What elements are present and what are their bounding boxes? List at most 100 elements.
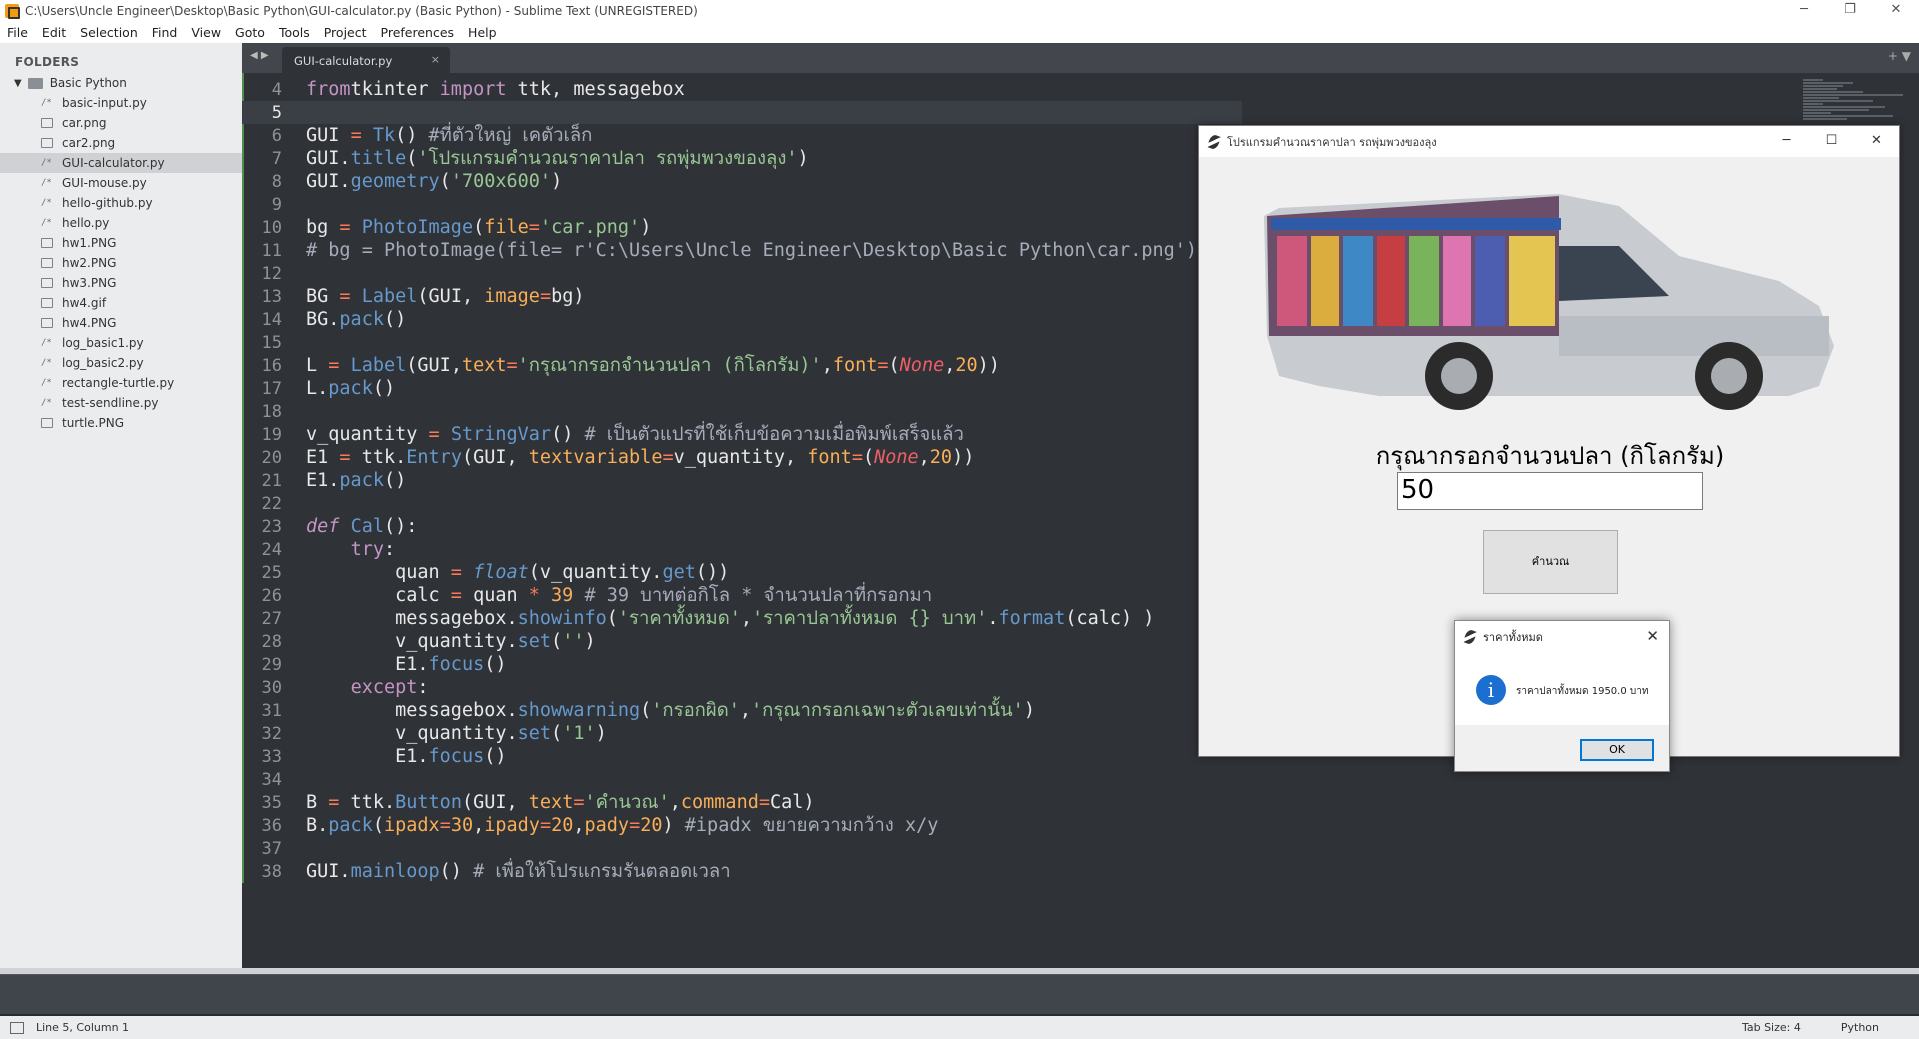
code-line[interactable]: 8 GUI.geometry('700x600') (242, 170, 1242, 193)
code-token: : (383, 539, 396, 560)
code-line[interactable]: 29 E1.focus() (242, 653, 1242, 676)
tab-size[interactable]: Tab Size: 4 (1742, 1021, 1801, 1034)
code-token: 'กรุณากรอกเฉพาะตัวเลขเท่านั้น' (751, 700, 1024, 721)
sidebar-file-item[interactable]: car2.png (0, 133, 242, 153)
code-line[interactable]: 14 BG.pack() (242, 308, 1242, 331)
expand-triangle-icon[interactable]: ▼ (14, 78, 22, 89)
cursor-position: Line 5, Column 1 (36, 1021, 130, 1034)
code-line[interactable]: 22 (242, 492, 1242, 515)
code-line[interactable]: 33 E1.focus() (242, 745, 1242, 768)
line-number: 14 (261, 310, 282, 330)
menu-view[interactable]: View (184, 25, 228, 40)
image-file-icon (41, 118, 53, 128)
code-file-icon: /* (41, 98, 52, 108)
code-line[interactable]: 21 E1.pack() (242, 469, 1242, 492)
new-tab-menu-icon[interactable]: + ▼ (1888, 49, 1911, 63)
tk-quantity-entry[interactable]: 50 (1397, 472, 1703, 510)
menu-find[interactable]: Find (145, 25, 185, 40)
tk-window-title: โปรแกรมคำนวณราคาปลา รถพุ่มพวงของลุง (1227, 135, 1437, 149)
code-line[interactable]: 7 GUI.title('โปรแกรมคำนวณราคาปลา รถพุ่มพว… (242, 147, 1242, 170)
restore-icon[interactable]: ❐ (1827, 0, 1873, 22)
line-number: 28 (261, 632, 282, 652)
code-line[interactable]: 15 (242, 331, 1242, 354)
code-token: E1. (306, 470, 340, 491)
code-line[interactable]: 19 v_quantity = StringVar() # เป็นตัวแปรท… (242, 423, 1242, 446)
code-line[interactable]: 27 messagebox.showinfo('ราคาทั้งหมด','รา… (242, 607, 1242, 630)
sidebar-file-item[interactable]: /* log_basic1.py (0, 333, 242, 353)
tk-close-icon[interactable]: ✕ (1854, 126, 1899, 157)
sidebar-file-item[interactable]: car.png (0, 113, 242, 133)
menu-selection[interactable]: Selection (73, 25, 145, 40)
sidebar-file-item[interactable]: hw2.PNG (0, 253, 242, 273)
menu-help[interactable]: Help (461, 25, 504, 40)
editor-scrollbar[interactable] (1909, 73, 1919, 968)
tk-minimize-icon[interactable]: ─ (1764, 126, 1809, 157)
sidebar-file-item[interactable]: hw1.PNG (0, 233, 242, 253)
sidebar-file-item[interactable]: hw4.gif (0, 293, 242, 313)
code-line[interactable]: 6 GUI = Tk() #ที่ตัวใหญ่ เคตัวเล็ก (242, 124, 1242, 147)
menu-edit[interactable]: Edit (35, 25, 73, 40)
close-icon[interactable]: ✕ (1873, 0, 1919, 22)
code-line[interactable]: 12 (242, 262, 1242, 285)
code-file-icon: /* (41, 398, 52, 408)
code-line[interactable]: 9 (242, 193, 1242, 216)
tab-scroll-arrows-icon[interactable]: ◀ ▶ (250, 50, 269, 61)
code-line[interactable]: 34 (242, 768, 1242, 791)
line-number: 6 (271, 126, 282, 146)
sidebar-file-label: test-sendline.py (62, 396, 159, 410)
sidebar-file-label: hw4.PNG (62, 316, 117, 330)
code-line[interactable]: 26 calc = quan * 39 # 39 บาทต่อกิโล * จำ… (242, 584, 1242, 607)
code-line[interactable]: 24 try: (242, 538, 1242, 561)
menu-goto[interactable]: Goto (228, 25, 272, 40)
tk-calculate-button[interactable]: คำนวณ (1483, 530, 1618, 594)
minimize-icon[interactable]: ─ (1781, 0, 1827, 22)
sidebar-file-item[interactable]: hw4.PNG (0, 313, 242, 333)
menu-project[interactable]: Project (317, 25, 374, 40)
code-line[interactable]: 16 L = Label(GUI,text='กรุณากรอกจำนวนปลา … (242, 354, 1242, 377)
sidebar-file-item[interactable]: /* log_basic2.py (0, 353, 242, 373)
code-line[interactable]: 35 B = ttk.Button(GUI, text='คำนวณ',comma… (242, 791, 1242, 814)
sidebar-folder-root[interactable]: ▼ Basic Python (0, 73, 242, 93)
code-line[interactable]: 23 def Cal(): (242, 515, 1242, 538)
sidebar-file-item[interactable]: /* hello-github.py (0, 193, 242, 213)
menu-preferences[interactable]: Preferences (374, 25, 462, 40)
tab-close-icon[interactable]: × (431, 53, 440, 66)
code-line[interactable]: 13 BG = Label(GUI, image=bg) (242, 285, 1242, 308)
code-line[interactable]: 36 B.pack(ipadx=30,ipady=20,pady=20) #ipa… (242, 814, 1242, 837)
panel-toggle-icon[interactable] (10, 1021, 24, 1034)
code-token: 'กรุณากรอกจำนวนปลา (กิโลกรัม)' (517, 355, 822, 376)
minimap[interactable] (1803, 79, 1913, 129)
code-line[interactable]: 4 fromtkinter import ttk, messagebox (242, 78, 1242, 101)
sidebar-file-item[interactable]: /* test-sendline.py (0, 393, 242, 413)
sidebar-file-item[interactable]: turtle.PNG (0, 413, 242, 433)
tk-maximize-icon[interactable]: ☐ (1809, 126, 1854, 157)
code-line[interactable]: 31 messagebox.showwarning('กรอกผิด','กรุ… (242, 699, 1242, 722)
code-line[interactable]: 20 E1 = ttk.Entry(GUI, textvariable=v_qua… (242, 446, 1242, 469)
code-text: L.pack() (306, 377, 395, 400)
code-line[interactable]: 17 L.pack() (242, 377, 1242, 400)
code-token: = (339, 217, 351, 238)
sidebar-file-item[interactable]: /* rectangle-turtle.py (0, 373, 242, 393)
code-line[interactable]: 18 (242, 400, 1242, 423)
code-line[interactable]: 30 except: (242, 676, 1242, 699)
ok-button[interactable]: OK (1580, 739, 1654, 761)
code-line[interactable]: 5 (242, 101, 1242, 124)
code-line[interactable]: 28 v_quantity.set('') (242, 630, 1242, 653)
code-line[interactable]: 37 (242, 837, 1242, 860)
menu-tools[interactable]: Tools (272, 25, 317, 40)
sidebar-file-item[interactable]: /* basic-input.py (0, 93, 242, 113)
code-line[interactable]: 11 # bg = PhotoImage(file= r'C:\Users\Unc… (242, 239, 1242, 262)
menu-file[interactable]: File (0, 25, 35, 40)
tab-gui-calculator[interactable]: GUI-calculator.py × (282, 47, 450, 73)
code-line[interactable]: 10 bg = PhotoImage(file='car.png') (242, 216, 1242, 239)
code-line[interactable]: 38 GUI.mainloop() # เพื่อให้โปรแกรมรันตลอ… (242, 860, 1242, 883)
sidebar-file-item[interactable]: /* GUI-calculator.py (0, 153, 242, 173)
code-line[interactable]: 25 quan = float(v_quantity.get()) (242, 561, 1242, 584)
code-line[interactable]: 32 v_quantity.set('1') (242, 722, 1242, 745)
sidebar-file-item[interactable]: /* GUI-mouse.py (0, 173, 242, 193)
messagebox-close-icon[interactable]: ✕ (1646, 627, 1659, 645)
sidebar-file-item[interactable]: /* hello.py (0, 213, 242, 233)
sidebar-file-item[interactable]: hw3.PNG (0, 273, 242, 293)
line-number: 37 (261, 839, 282, 859)
syntax-mode[interactable]: Python (1841, 1021, 1879, 1034)
